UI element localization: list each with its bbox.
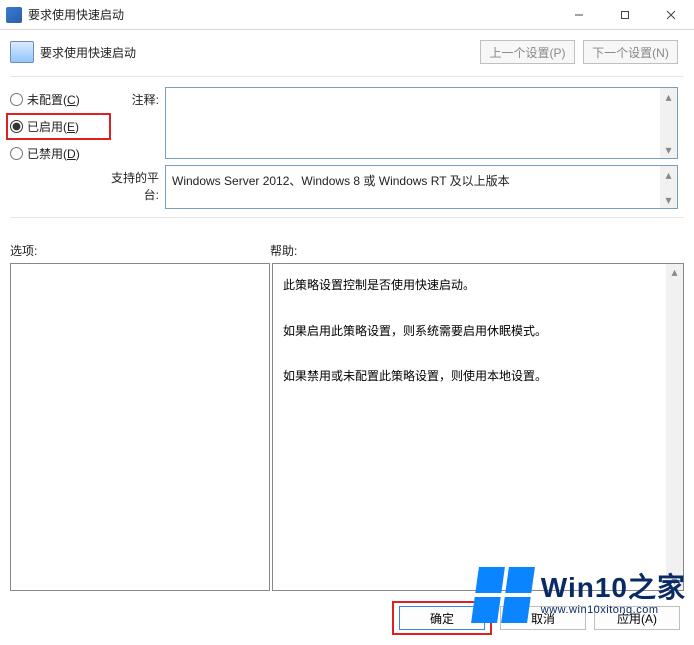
policy-header: 要求使用快速启动 上一个设置(P) 下一个设置(N) [10,40,684,64]
help-pane: 此策略设置控制是否使用快速启动。 如果启用此策略设置，则系统需要启用休眠模式。 … [272,263,684,591]
scroll-up-icon: ▴ [660,166,677,183]
options-heading: 选项: [10,242,270,259]
previous-setting-button[interactable]: 上一个设置(P) [480,40,575,64]
help-heading: 帮助: [270,242,297,259]
scroll-down-icon: ▾ [666,573,683,590]
help-line-1: 此策略设置控制是否使用快速启动。 [283,274,661,297]
ok-highlight-box: 确定 [392,601,492,635]
enabled-highlight-box: 已启用(E) [6,113,111,140]
app-icon [6,7,22,23]
prev-button-label: 上一个设置(P) [490,44,566,61]
platform-scrollbar[interactable]: ▴ ▾ [660,166,677,208]
close-button[interactable] [648,0,694,29]
platform-textarea[interactable]: Windows Server 2012、Windows 8 或 Windows … [165,165,678,209]
title-bar: 要求使用快速启动 [0,0,694,30]
apply-button-label: 应用(A) [617,610,657,627]
comment-value [166,88,677,96]
radio-enabled-label: 已启用(E) [27,118,79,135]
platform-value: Windows Server 2012、Windows 8 或 Windows … [172,174,510,188]
options-pane [10,263,270,591]
policy-icon [10,41,34,63]
maximize-button[interactable] [602,0,648,29]
next-setting-button[interactable]: 下一个设置(N) [583,40,678,64]
state-radio-group: 未配置(C) 已启用(E) 已禁用(D) [10,87,105,162]
cancel-button-label: 取消 [531,610,555,627]
radio-enabled[interactable]: 已启用(E) [10,118,105,135]
radio-disabled[interactable]: 已禁用(D) [10,145,105,162]
policy-title: 要求使用快速启动 [40,44,136,61]
platform-label: 支持的平台: [105,165,165,209]
help-scrollbar[interactable]: ▴ ▾ [666,264,683,590]
ok-button[interactable]: 确定 [399,606,485,630]
radio-disabled-input[interactable] [10,147,23,160]
divider [10,217,684,218]
scroll-down-icon: ▾ [660,191,677,208]
apply-button[interactable]: 应用(A) [594,606,680,630]
help-line-2: 如果启用此策略设置，则系统需要启用休眠模式。 [283,320,661,343]
radio-not-configured-label: 未配置(C) [27,91,80,108]
comment-scrollbar[interactable]: ▴ ▾ [660,88,677,158]
window-title: 要求使用快速启动 [28,6,124,23]
minimize-button[interactable] [556,0,602,29]
comment-textarea[interactable]: ▴ ▾ [165,87,678,159]
radio-not-configured[interactable]: 未配置(C) [10,91,105,108]
radio-not-configured-input[interactable] [10,93,23,106]
scroll-down-icon: ▾ [660,141,677,158]
scroll-up-icon: ▴ [660,88,677,105]
window-controls [556,0,694,29]
cancel-button[interactable]: 取消 [500,606,586,630]
radio-disabled-label: 已禁用(D) [27,145,80,162]
help-line-3: 如果禁用或未配置此策略设置，则使用本地设置。 [283,365,661,388]
ok-button-label: 确定 [430,610,454,627]
divider [10,76,684,77]
scroll-up-icon: ▴ [666,264,683,281]
radio-enabled-input[interactable] [10,120,23,133]
comment-label: 注释: [105,87,165,159]
next-button-label: 下一个设置(N) [592,44,669,61]
dialog-button-bar: 确定 取消 应用(A) [10,595,684,641]
